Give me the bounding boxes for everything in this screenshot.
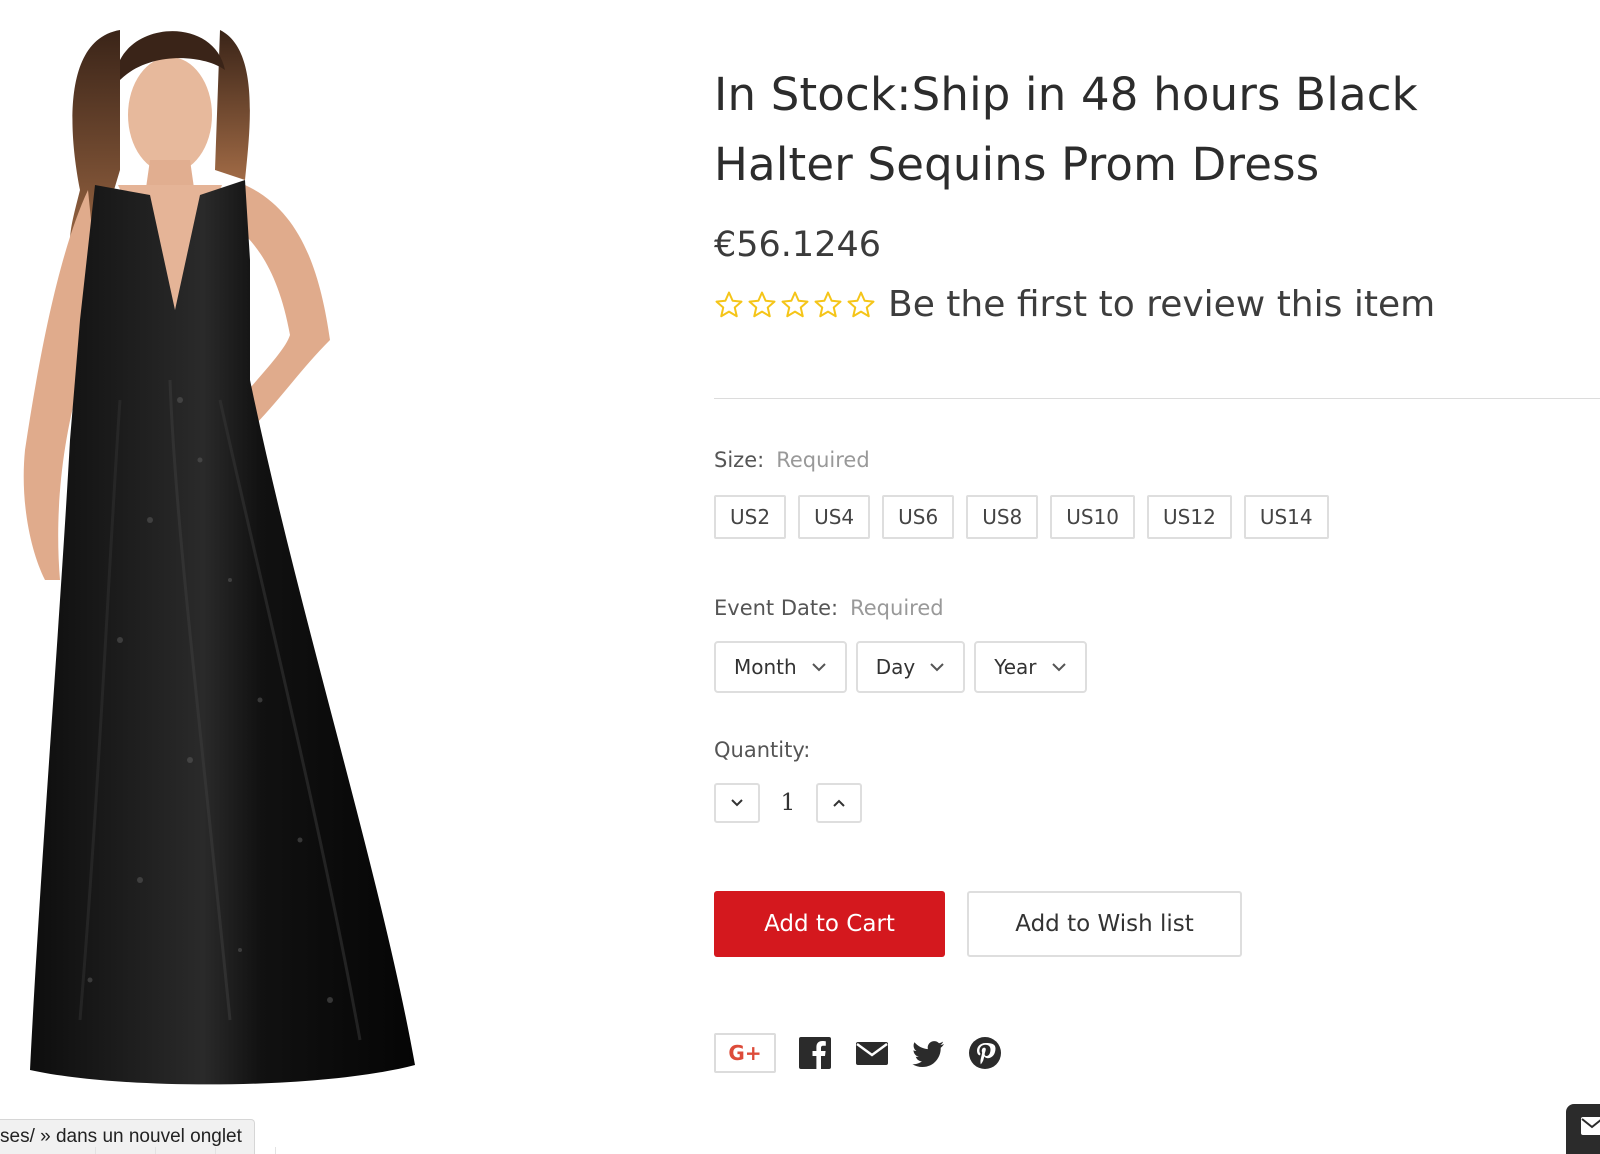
quantity-label: Quantity: <box>714 738 811 762</box>
size-option-us8[interactable]: US8 <box>966 495 1039 539</box>
divider <box>714 398 1600 399</box>
day-select-value: Day <box>875 655 916 679</box>
thumbnail-strip[interactable] <box>0 1147 280 1154</box>
email-icon[interactable] <box>854 1036 890 1070</box>
size-label-text: Size: <box>714 448 765 472</box>
add-to-cart-button[interactable]: Add to Cart <box>714 891 945 957</box>
mail-icon <box>1581 1117 1600 1135</box>
pinterest-icon[interactable] <box>968 1036 1002 1070</box>
star-icon[interactable] <box>747 290 777 320</box>
size-option-us12[interactable]: US12 <box>1147 495 1232 539</box>
size-option-us2[interactable]: US2 <box>714 495 787 539</box>
year-select[interactable]: Year <box>974 641 1087 693</box>
google-plus-button[interactable]: G+ <box>714 1033 776 1073</box>
review-link[interactable]: Be the first to review this item <box>888 282 1435 328</box>
rating-row: Be the first to review this item <box>714 282 1600 328</box>
size-label: Size: Required <box>714 445 1600 475</box>
size-option-us4[interactable]: US4 <box>798 495 871 539</box>
star-icon[interactable] <box>780 290 810 320</box>
quantity-decrease-button[interactable] <box>714 783 760 823</box>
star-icon[interactable] <box>846 290 876 320</box>
add-to-wishlist-button[interactable]: Add to Wish list <box>967 891 1242 957</box>
month-select-value: Month <box>734 655 797 679</box>
product-details: In Stock:Ship in 48 hours Black Halter S… <box>714 60 1600 1073</box>
chevron-down-icon <box>731 799 743 807</box>
event-date-selects: Month Day Year <box>714 641 1600 693</box>
chat-widget-button[interactable] <box>1566 1104 1600 1154</box>
event-date-label-text: Event Date: <box>714 596 839 620</box>
quantity-increase-button[interactable] <box>816 783 862 823</box>
year-select-value: Year <box>994 655 1037 679</box>
social-share: G+ <box>714 1033 1600 1073</box>
size-option-us14[interactable]: US14 <box>1243 495 1329 539</box>
star-icon[interactable] <box>714 290 744 320</box>
chevron-down-icon <box>811 663 826 672</box>
month-select[interactable]: Month <box>714 641 847 693</box>
size-option-us6[interactable]: US6 <box>882 495 955 539</box>
quantity-stepper: 1 <box>714 783 1600 823</box>
quantity-value[interactable]: 1 <box>760 790 816 816</box>
product-title: In Stock:Ship in 48 hours Black Halter S… <box>714 68 1418 191</box>
facebook-icon[interactable] <box>798 1036 832 1070</box>
size-required: Required <box>776 448 870 472</box>
chevron-down-icon <box>1051 663 1066 672</box>
size-option-us10[interactable]: US10 <box>1050 495 1136 539</box>
size-options: US2 US4 US6 US8 US10 US12 US14 <box>714 495 1600 539</box>
chevron-up-icon <box>833 799 845 807</box>
twitter-icon[interactable] <box>912 1036 946 1070</box>
rating-stars[interactable] <box>714 290 876 320</box>
product-image[interactable] <box>0 20 440 1100</box>
event-date-required: Required <box>850 596 944 620</box>
event-date-label: Event Date: Required <box>714 593 1600 623</box>
star-icon[interactable] <box>813 290 843 320</box>
purchase-actions: Add to Cart Add to Wish list <box>714 891 1600 957</box>
product-price: €56.1246 <box>714 225 882 265</box>
day-select[interactable]: Day <box>855 641 966 693</box>
chevron-down-icon <box>930 663 944 672</box>
